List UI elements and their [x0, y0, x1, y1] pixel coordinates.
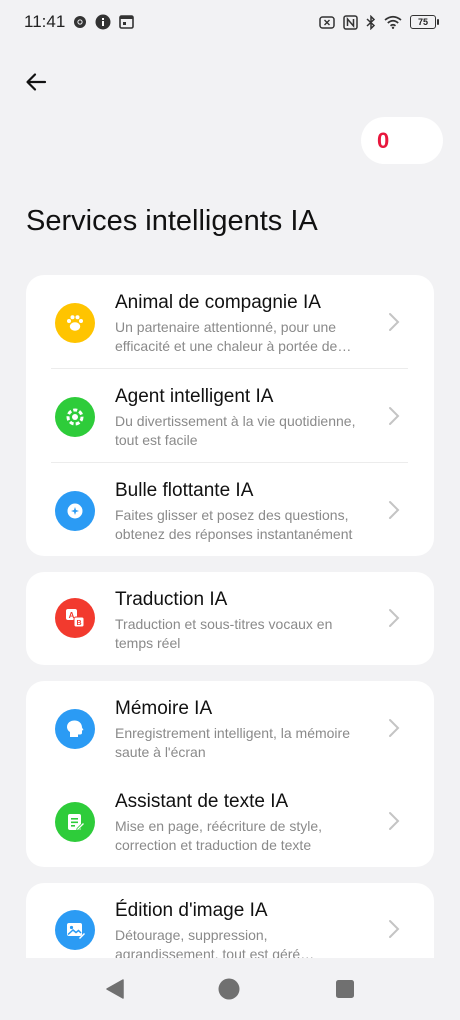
back-button[interactable] [20, 66, 52, 98]
item-texts: Bulle flottante IA Faites glisser et pos… [115, 480, 365, 544]
item-texts: Mémoire IA Enregistrement intelligent, l… [115, 698, 365, 762]
page-title: Services intelligents IA [26, 205, 318, 237]
item-title: Agent intelligent IA [115, 386, 274, 407]
list-item-assistant-texte[interactable]: Assistant de texte IA Mise en page, rééc… [26, 774, 434, 868]
calendar-icon [119, 15, 135, 29]
chevron-right-icon [389, 920, 400, 938]
agent-icon [55, 397, 95, 437]
chevron-right-icon [389, 313, 400, 331]
counter-value: 0 [377, 127, 390, 153]
services-card-2: AB Traduction IA Traduction et sous-titr… [26, 572, 434, 665]
chevron-right-icon [389, 407, 400, 425]
translate-icon: AB [55, 598, 95, 638]
item-texts: Traduction IA Traduction et sous-titres … [115, 589, 365, 653]
nfc-icon [343, 14, 358, 30]
list-item-memoire[interactable]: Mémoire IA Enregistrement intelligent, l… [26, 681, 434, 775]
arrow-left-icon [26, 73, 47, 91]
item-title: Mémoire IA [115, 698, 213, 719]
status-time: 11:41 [24, 12, 66, 31]
item-title: Traduction IA [115, 589, 228, 610]
item-description: Enregistrement intelligent, la mémoire s… [115, 725, 350, 760]
item-description: Mise en page, réécriture de style, corre… [115, 818, 322, 853]
nav-recents-button[interactable] [334, 978, 356, 1005]
item-description: Du divertissement à la vie quotidienne, … [115, 413, 356, 448]
text-assistant-icon [55, 802, 95, 842]
list-item-bulle-flottante[interactable]: Bulle flottante IA Faites glisser et pos… [26, 463, 434, 557]
item-texts: Assistant de texte IA Mise en page, rééc… [115, 791, 365, 855]
list-item-animal-de-compagnie[interactable]: Animal de compagnie IA Un partenaire att… [26, 275, 434, 369]
chevron-right-icon [389, 609, 400, 627]
list-item-traduction[interactable]: AB Traduction IA Traduction et sous-titr… [26, 572, 434, 666]
system-navigation-bar [0, 958, 460, 1020]
item-description: Traduction et sous-titres vocaux en temp… [115, 616, 333, 651]
item-texts: Édition d'image IA Détourage, suppressio… [115, 900, 365, 964]
item-texts: Animal de compagnie IA Un partenaire att… [115, 292, 365, 356]
floating-bubble-icon [55, 491, 95, 531]
services-card-3: Mémoire IA Enregistrement intelligent, l… [26, 681, 434, 867]
item-description: Un partenaire attentionné, pour une effi… [115, 319, 338, 354]
wifi-icon [384, 15, 402, 29]
item-title: Assistant de texte IA [115, 791, 289, 812]
square-recents-icon [336, 980, 354, 998]
svg-text:B: B [76, 620, 81, 627]
item-texts: Agent intelligent IA Du divertissement à… [115, 386, 365, 450]
status-left: 11:41 [24, 12, 135, 32]
nav-home-button[interactable] [218, 978, 240, 1005]
triangle-back-icon [106, 979, 124, 999]
bluetooth-icon [366, 14, 376, 30]
item-title: Bulle flottante IA [115, 480, 254, 501]
paw-icon [55, 303, 95, 343]
nav-back-button[interactable] [104, 978, 126, 1005]
battery-level: 75 [417, 17, 428, 27]
item-title: Édition d'image IA [115, 900, 268, 921]
list-item-agent-intelligent[interactable]: Agent intelligent IA Du divertissement à… [26, 369, 434, 463]
chrome-icon [73, 15, 87, 29]
image-edit-icon [55, 910, 95, 950]
item-title: Animal de compagnie IA [115, 292, 321, 313]
info-icon [95, 14, 111, 30]
no-sim-icon [319, 15, 335, 29]
services-card-1: Animal de compagnie IA Un partenaire att… [26, 275, 434, 556]
status-right: 75 [319, 14, 439, 30]
counter-badge[interactable]: 0 [361, 117, 443, 164]
circle-home-icon [218, 978, 240, 1000]
memory-head-icon [55, 709, 95, 749]
chevron-right-icon [389, 719, 400, 737]
battery-icon: 75 [410, 15, 439, 29]
chevron-right-icon [389, 501, 400, 519]
chevron-right-icon [389, 812, 400, 830]
status-bar: 11:41 75 [0, 0, 460, 44]
item-description: Faites glisser et posez des questions, o… [115, 507, 353, 542]
